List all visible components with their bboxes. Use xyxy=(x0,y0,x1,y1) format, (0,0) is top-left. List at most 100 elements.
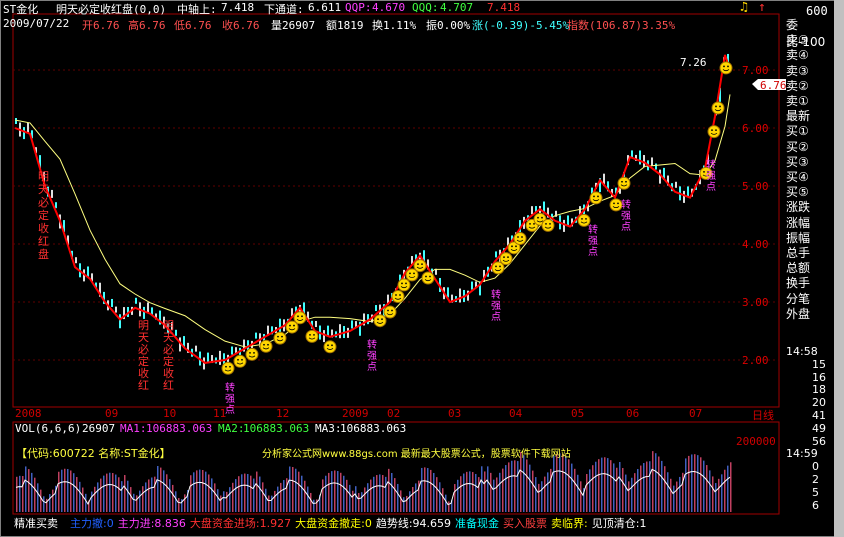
volume-bar xyxy=(670,478,672,512)
smiley-signal-icon xyxy=(233,354,247,368)
volume-bar xyxy=(715,483,717,512)
volume-bar xyxy=(310,492,312,512)
volume-bar xyxy=(586,474,588,512)
candle xyxy=(327,325,329,336)
volume-bar xyxy=(328,472,330,512)
bottom-title: 精准买卖 xyxy=(14,517,58,530)
volume-bar xyxy=(421,467,423,512)
volume-bar xyxy=(196,470,198,512)
volume-bar xyxy=(124,475,126,512)
candle xyxy=(531,206,533,215)
volume-bar xyxy=(337,471,339,512)
candle xyxy=(375,305,377,312)
menu-up-icon[interactable]: ↑ xyxy=(758,0,766,15)
candle xyxy=(51,189,53,198)
candle xyxy=(111,298,113,307)
volume-bar xyxy=(703,460,705,512)
volume-axis-max: 200000 xyxy=(736,435,776,448)
bottom-items: 主力撤:0 主力进:8.836 大盘资金进场:1.927 大盘资金撤走:0 趋势线:94… xyxy=(70,515,650,531)
volume-bar xyxy=(295,468,297,512)
volume-bar xyxy=(208,474,210,512)
volume-bar xyxy=(565,456,567,512)
volume-bar xyxy=(535,477,537,512)
volume-bar xyxy=(133,493,135,512)
volume-bar xyxy=(52,489,54,512)
volume-bar xyxy=(73,473,75,512)
vertical-scrollbar[interactable] xyxy=(834,0,844,537)
candle xyxy=(23,127,25,140)
volume-bar xyxy=(142,486,144,512)
volume-bar xyxy=(364,487,366,512)
volume-bar xyxy=(217,489,219,512)
volume-bar xyxy=(331,471,333,512)
volume-bar xyxy=(37,483,39,512)
volume-bar xyxy=(343,475,345,512)
volume-bar xyxy=(391,472,393,512)
volume-bar xyxy=(457,479,459,512)
smiley-signal-icon xyxy=(391,290,405,304)
volume-bar xyxy=(43,496,45,512)
alarm-bell-icon[interactable]: ♫ xyxy=(740,0,748,15)
vol-label: VOL(6,6,6) xyxy=(15,422,82,435)
volume-bar xyxy=(604,457,606,512)
vol-value: 26907 xyxy=(82,422,116,435)
volume-bar xyxy=(649,461,651,512)
volume-bar xyxy=(349,484,351,512)
bottom-item: 买入股票 xyxy=(503,517,548,530)
price-pane xyxy=(12,13,780,408)
annotation-red-3: 明天必定收红 xyxy=(163,319,174,392)
date-axis-mode[interactable]: 日线 xyxy=(752,407,774,423)
volume-bar xyxy=(679,476,681,512)
volume-bar xyxy=(286,478,288,512)
volume-bar xyxy=(94,486,96,512)
volume-bar xyxy=(247,474,249,512)
candle xyxy=(567,215,569,226)
volume-bar xyxy=(268,495,270,512)
side-time: 14:59 xyxy=(786,447,818,461)
volume-bar xyxy=(520,452,522,512)
volume-bar xyxy=(676,481,678,512)
bottom-item: 大盘资金进场:1.927 xyxy=(189,517,292,530)
quote-index: 指数(106.87)3.35% xyxy=(567,19,676,32)
volume-info: 【代码:600722 名称:ST金化】 xyxy=(16,447,171,460)
volume-bar xyxy=(700,457,702,512)
volume-bar xyxy=(22,476,24,512)
candle xyxy=(219,350,221,365)
volume-bar xyxy=(694,454,696,512)
volume-bar xyxy=(190,475,192,512)
volume-bar xyxy=(610,460,612,512)
volume-bar xyxy=(496,477,498,512)
volume-bar xyxy=(469,471,471,512)
volume-bar xyxy=(517,461,519,512)
volume-bar xyxy=(616,467,618,512)
annotation-magenta-1: 转强点 xyxy=(367,340,377,373)
volume-bar xyxy=(481,466,483,512)
volume-bar xyxy=(625,474,627,512)
volume-bar xyxy=(412,486,414,512)
quote-amplitude: 振0.00% xyxy=(426,19,471,32)
price-tick-200: 2.00 xyxy=(742,354,769,367)
smiley-signal-icon xyxy=(617,176,631,190)
smiley-signal-icon xyxy=(589,191,603,205)
volume-bar xyxy=(526,459,528,512)
volume-bar xyxy=(619,462,621,512)
volume-bar xyxy=(172,484,174,512)
volume-bar xyxy=(49,494,51,512)
volume-bar xyxy=(478,477,480,512)
volume-bar xyxy=(475,473,477,512)
volume-bar xyxy=(253,478,255,512)
volume-bar xyxy=(673,485,675,512)
bottom-item: 准备现金 xyxy=(455,517,500,530)
candle xyxy=(447,287,449,298)
qqq-value: 4.707 xyxy=(440,1,474,14)
lower-label: 下通道: xyxy=(264,3,304,16)
volume-bar xyxy=(697,455,699,512)
volume-bar xyxy=(199,469,201,512)
volume-bar xyxy=(685,458,687,512)
candle xyxy=(255,332,257,339)
quote-date: 2009/07/22 xyxy=(3,17,70,30)
price-tick-300: 3.00 xyxy=(742,296,769,309)
volume-bar xyxy=(34,477,36,512)
indicator-name: 明天必定收红盘(0,0) xyxy=(56,3,167,16)
volume-bar xyxy=(595,461,597,512)
